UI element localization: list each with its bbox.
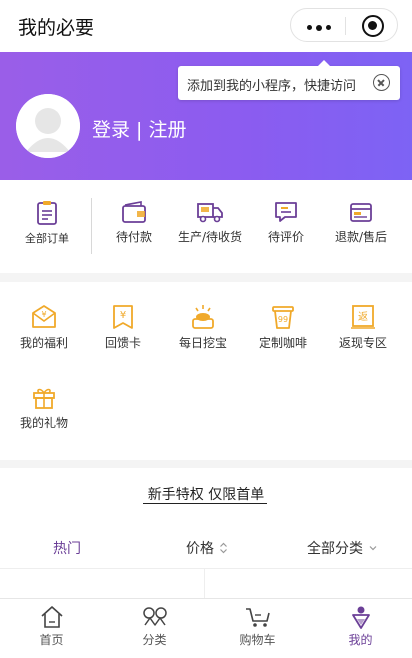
filter-category-label: 全部分类 xyxy=(307,541,363,557)
svg-text:99: 99 xyxy=(278,315,288,324)
tab-category[interactable]: 分类 xyxy=(103,605,206,648)
wallet-icon xyxy=(122,201,146,223)
order-refund[interactable]: 退款/售后 xyxy=(323,200,399,245)
tab-profile-label: 我的 xyxy=(348,633,373,647)
service-custom-coffee-label: 定制咖啡 xyxy=(258,336,307,350)
capsule-divider xyxy=(345,17,346,35)
service-welfare-label: 我的福利 xyxy=(19,336,68,350)
order-pending-payment[interactable]: 待付款 xyxy=(96,200,172,245)
service-daily-treasure[interactable]: 每日挖宝 xyxy=(162,304,244,351)
tab-cart[interactable]: 购物车 xyxy=(206,605,309,648)
cashback-icon: 返 xyxy=(351,305,375,329)
page-title: 我的必要 xyxy=(18,17,95,39)
filter-hot[interactable]: 热门 xyxy=(53,538,81,558)
cart-icon xyxy=(245,608,270,627)
sort-arrows-icon xyxy=(220,542,228,554)
service-welfare[interactable]: ¥ 我的福利 xyxy=(3,304,85,351)
default-avatar-icon xyxy=(16,94,80,158)
service-cashback[interactable]: 返 返现专区 xyxy=(322,304,404,351)
gift-icon xyxy=(33,388,55,409)
tab-profile[interactable]: 我的 xyxy=(309,605,412,648)
yen-card-icon: ¥ xyxy=(113,305,133,329)
more-icon[interactable] xyxy=(307,24,331,31)
order-pending-review[interactable]: 待评价 xyxy=(248,200,324,245)
tab-home[interactable]: 首页 xyxy=(0,605,103,648)
service-daily-treasure-label: 每日挖宝 xyxy=(178,336,227,350)
list-column-divider xyxy=(204,569,205,598)
refund-card-icon xyxy=(350,203,372,222)
order-pending-review-label: 待评价 xyxy=(267,230,304,244)
services-panel: ¥ 我的福利 ¥ 回馈卡 每日挖宝 99 定制咖啡 返 返现专区 我的礼物 xyxy=(0,282,412,460)
miniprogram-capsule xyxy=(290,8,398,42)
tab-category-label: 分类 xyxy=(142,633,167,647)
profile-icon xyxy=(351,606,370,629)
service-gift-label: 我的礼物 xyxy=(19,416,68,430)
filter-category[interactable]: 全部分类 xyxy=(307,538,378,558)
order-pending-delivery[interactable]: 生产/待收货 xyxy=(172,200,248,245)
service-gift[interactable]: 我的礼物 xyxy=(3,384,85,431)
avatar[interactable] xyxy=(16,94,80,158)
service-cashback-label: 返现专区 xyxy=(338,336,387,350)
order-all-label: 全部订单 xyxy=(25,232,69,245)
truck-icon xyxy=(197,203,223,223)
filter-price-label: 价格 xyxy=(186,541,214,557)
category-icon xyxy=(142,607,167,626)
close-target-icon[interactable] xyxy=(362,15,384,37)
treasure-icon xyxy=(192,305,214,329)
coffee-cup-icon: 99 xyxy=(272,306,294,329)
home-icon xyxy=(40,606,63,628)
service-feedback-card[interactable]: ¥ 回馈卡 xyxy=(82,304,164,351)
service-feedback-card-label: 回馈卡 xyxy=(104,336,141,350)
add-miniprogram-tooltip: 添加到我的小程序，快捷访问 xyxy=(178,60,400,100)
order-pending-delivery-label: 生产/待收货 xyxy=(177,230,243,244)
tooltip-text: 添加到我的小程序，快捷访问 xyxy=(187,79,357,94)
svg-text:返: 返 xyxy=(358,311,368,323)
tab-home-label: 首页 xyxy=(39,633,64,647)
order-list-icon xyxy=(37,201,57,225)
svg-text:¥: ¥ xyxy=(41,310,46,319)
order-all[interactable]: 全部订单 xyxy=(9,200,85,246)
svg-text:¥: ¥ xyxy=(120,310,126,321)
promo-title[interactable]: 新手特权 仅限首单 xyxy=(0,484,412,504)
chevron-down-icon xyxy=(369,546,377,551)
comment-icon xyxy=(275,202,297,222)
login-register-link[interactable]: 登录 | 注册 xyxy=(92,115,186,142)
order-refund-label: 退款/售后 xyxy=(334,230,388,244)
promo-underline xyxy=(143,503,267,504)
orders-panel: 全部订单 待付款 生产/待收货 待评价 退款/售后 xyxy=(0,180,412,273)
tab-bar: 首页 分类 购物车 我的 xyxy=(0,598,412,658)
list-divider xyxy=(0,568,412,569)
close-icon[interactable] xyxy=(373,74,390,91)
welfare-envelope-icon: ¥ xyxy=(32,305,56,328)
service-custom-coffee[interactable]: 99 定制咖啡 xyxy=(242,304,324,351)
filter-price[interactable]: 价格 xyxy=(186,538,228,558)
orders-divider xyxy=(91,198,92,254)
tab-cart-label: 购物车 xyxy=(239,633,276,647)
order-pending-payment-label: 待付款 xyxy=(115,230,152,244)
